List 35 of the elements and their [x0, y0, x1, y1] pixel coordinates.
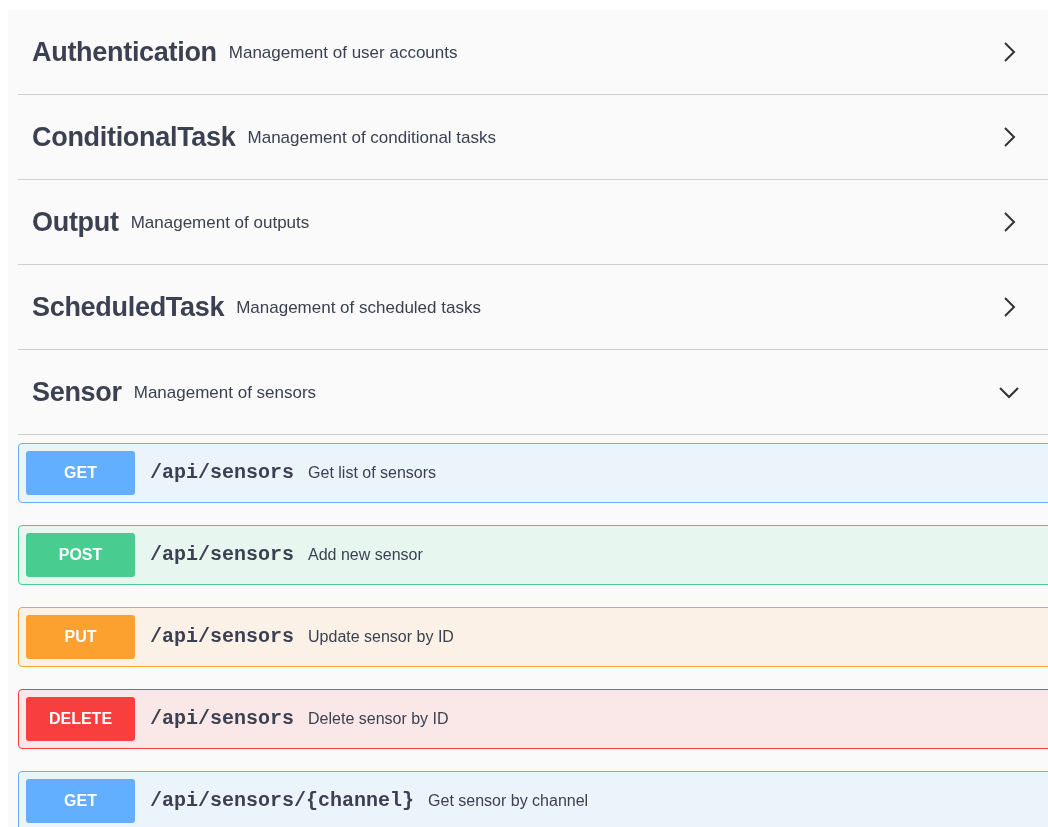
endpoint-path: /api/sensors/{channel} — [150, 788, 415, 814]
tag-description: Management of conditional tasks — [247, 127, 497, 150]
method-badge: DELETE — [26, 697, 135, 741]
tag-section-header[interactable]: Output Management of outputs — [18, 180, 1048, 265]
method-badge: POST — [26, 533, 135, 577]
operation-row[interactable]: PUT /api/sensors Update sensor by ID — [18, 607, 1048, 667]
operation-row[interactable]: GET /api/sensors/{channel} Get sensor by channel — [18, 771, 1048, 827]
tag-description: Management of sensors — [133, 382, 317, 405]
tag-description: Management of user accounts — [228, 42, 458, 65]
endpoint-path: /api/sensors — [150, 542, 295, 568]
tag-title: ConditionalTask — [32, 120, 236, 154]
tag-description: Management of outputs — [130, 212, 310, 235]
tag-section-header[interactable]: Sensor Management of sensors — [18, 350, 1048, 435]
operation-row[interactable]: GET /api/sensors Get list of sensors — [18, 443, 1048, 503]
operation-row[interactable]: DELETE /api/sensors Delete sensor by ID — [18, 689, 1048, 749]
method-badge: GET — [26, 451, 135, 495]
endpoint-summary: Get list of sensors — [308, 463, 437, 483]
endpoint-path: /api/sensors — [150, 460, 295, 486]
tag-description: Management of scheduled tasks — [236, 297, 481, 320]
tag-section-header[interactable]: ConditionalTask Management of conditional tasks — [18, 95, 1048, 180]
method-badge: PUT — [26, 615, 135, 659]
endpoint-summary: Get sensor by channel — [428, 791, 589, 811]
endpoint-path: /api/sensors — [150, 706, 295, 732]
tag-title: ScheduledTask — [32, 290, 225, 324]
endpoint-summary: Delete sensor by ID — [308, 709, 449, 729]
endpoint-summary: Update sensor by ID — [308, 627, 454, 647]
tag-title: Authentication — [32, 35, 217, 69]
tag-section-header[interactable]: Authentication Management of user accounts — [18, 10, 1048, 95]
operation-row[interactable]: POST /api/sensors Add new sensor — [18, 525, 1048, 585]
method-badge: GET — [26, 779, 135, 823]
endpoint-summary: Add new sensor — [308, 545, 423, 565]
tag-title: Output — [32, 205, 119, 239]
tag-title: Sensor — [32, 375, 122, 409]
endpoint-path: /api/sensors — [150, 624, 295, 650]
tag-section-header[interactable]: ScheduledTask Management of scheduled tasks — [18, 265, 1048, 350]
